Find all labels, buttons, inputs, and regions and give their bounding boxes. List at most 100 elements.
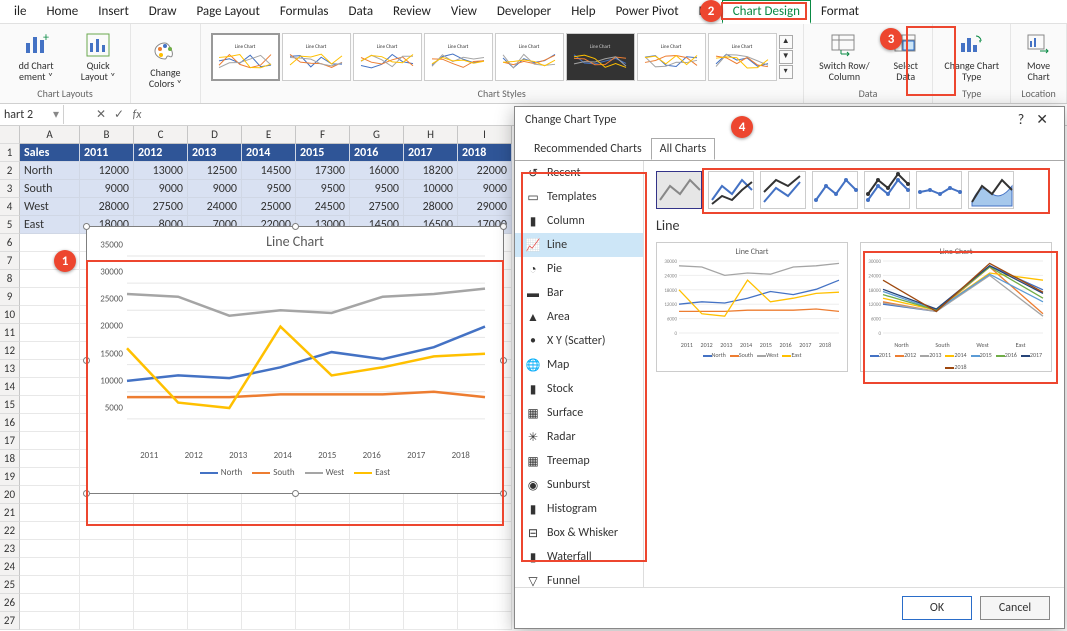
change-colors-button[interactable]: Change Colors ˅ <box>137 36 194 91</box>
row-header[interactable]: 8 <box>0 270 20 288</box>
row-header[interactable]: 11 <box>0 324 20 342</box>
table-cell[interactable]: 9000 <box>188 180 242 198</box>
chart-style-2[interactable]: Line Chart <box>282 33 351 81</box>
cell[interactable] <box>458 594 512 612</box>
cell[interactable] <box>188 612 242 630</box>
cancel-formula-icon[interactable]: ✕ <box>92 107 110 122</box>
column-header[interactable]: D <box>188 126 242 143</box>
ribbon-tab-chart-design[interactable]: Chart Design <box>722 0 811 24</box>
row-header[interactable]: 15 <box>0 396 20 414</box>
cell[interactable] <box>20 342 80 360</box>
row-header[interactable]: 17 <box>0 432 20 450</box>
column-header[interactable]: B <box>80 126 134 143</box>
cell[interactable] <box>350 558 404 576</box>
cell[interactable] <box>188 504 242 522</box>
category-sunburst[interactable]: ◉Sunburst <box>515 473 643 497</box>
cell[interactable] <box>242 504 296 522</box>
cell[interactable] <box>20 522 80 540</box>
category-radar[interactable]: ✳Radar <box>515 425 643 449</box>
line-subtype-7[interactable] <box>968 171 1014 209</box>
cancel-button[interactable]: Cancel <box>980 596 1050 620</box>
line-subtype-6[interactable] <box>916 171 962 209</box>
cell[interactable] <box>80 558 134 576</box>
cell[interactable] <box>242 558 296 576</box>
ribbon-tab-view[interactable]: View <box>441 1 487 22</box>
gallery-scroll-up[interactable]: ▲ <box>779 35 793 49</box>
line-subtype-1[interactable] <box>656 171 702 209</box>
cell[interactable] <box>188 558 242 576</box>
cell[interactable] <box>80 594 134 612</box>
cell[interactable] <box>296 594 350 612</box>
cell[interactable] <box>20 468 80 486</box>
name-box[interactable]: hart 2▾ <box>0 105 64 124</box>
chart-style-7[interactable]: Line Chart <box>637 33 706 81</box>
cell[interactable] <box>458 576 512 594</box>
line-subtype-4[interactable] <box>812 171 858 209</box>
table-header-cell[interactable]: 2011 <box>80 144 134 162</box>
category-funnel[interactable]: ▽Funnel <box>515 569 643 587</box>
cell[interactable] <box>404 522 458 540</box>
cell[interactable] <box>404 558 458 576</box>
category-stock[interactable]: ▮Stock <box>515 377 643 401</box>
gallery-scroll-down[interactable]: ▼ <box>779 50 793 64</box>
ribbon-tab-ile[interactable]: ile <box>4 1 36 22</box>
cell[interactable] <box>20 288 80 306</box>
category-bar[interactable]: ▬Bar <box>515 281 643 305</box>
table-cell[interactable]: 12500 <box>188 162 242 180</box>
table-cell[interactable]: 29000 <box>458 198 512 216</box>
switch-row-column-button[interactable]: Switch Row/ Column <box>810 29 879 84</box>
cell[interactable] <box>458 504 512 522</box>
cell[interactable] <box>296 540 350 558</box>
cell[interactable] <box>20 504 80 522</box>
category-histogram[interactable]: ▮Histogram <box>515 497 643 521</box>
row-header[interactable]: 20 <box>0 486 20 504</box>
line-subtype-2[interactable] <box>708 171 754 209</box>
table-cell[interactable]: 12000 <box>80 162 134 180</box>
cell[interactable] <box>458 558 512 576</box>
category-surface[interactable]: ▦Surface <box>515 401 643 425</box>
chart-title[interactable]: Line Chart <box>87 227 503 256</box>
ribbon-tab-developer[interactable]: Developer <box>487 1 561 22</box>
table-cell[interactable]: 28000 <box>404 198 458 216</box>
table-cell[interactable]: 13000 <box>134 162 188 180</box>
row-header[interactable]: 21 <box>0 504 20 522</box>
cell[interactable] <box>188 540 242 558</box>
column-header[interactable]: A <box>20 126 80 143</box>
row-header[interactable]: 2 <box>0 162 20 180</box>
row-header[interactable]: 4 <box>0 198 20 216</box>
row-header[interactable]: 14 <box>0 378 20 396</box>
table-cell[interactable]: 24000 <box>188 198 242 216</box>
category-column[interactable]: ▮Column <box>515 209 643 233</box>
ribbon-tab-review[interactable]: Review <box>383 1 441 22</box>
table-cell[interactable]: 14500 <box>242 162 296 180</box>
table-cell[interactable]: West <box>20 198 80 216</box>
row-header[interactable]: 7 <box>0 252 20 270</box>
cell[interactable] <box>188 594 242 612</box>
table-cell[interactable]: 22000 <box>458 162 512 180</box>
category-recent[interactable]: ↺Recent <box>515 161 643 185</box>
category-waterfall[interactable]: ▮Waterfall <box>515 545 643 569</box>
tab-recommended-charts[interactable]: Recommended Charts <box>525 138 651 160</box>
cell[interactable] <box>242 540 296 558</box>
row-header[interactable]: 16 <box>0 414 20 432</box>
row-header[interactable]: 12 <box>0 342 20 360</box>
cell[interactable] <box>458 612 512 630</box>
row-header[interactable]: 23 <box>0 540 20 558</box>
cell[interactable] <box>458 540 512 558</box>
cell[interactable] <box>80 612 134 630</box>
cell[interactable] <box>404 540 458 558</box>
row-header[interactable]: 24 <box>0 558 20 576</box>
column-header[interactable]: F <box>296 126 350 143</box>
table-cell[interactable]: 27500 <box>134 198 188 216</box>
chart-styles-gallery[interactable]: Line ChartLine ChartLine ChartLine Chart… <box>207 26 797 87</box>
fx-icon[interactable]: fx <box>128 108 146 122</box>
column-header[interactable]: I <box>458 126 512 143</box>
row-header[interactable]: 25 <box>0 576 20 594</box>
ribbon-tab-data[interactable]: Data <box>339 1 384 22</box>
table-cell[interactable]: 27500 <box>350 198 404 216</box>
cell[interactable] <box>242 576 296 594</box>
ok-button[interactable]: OK <box>902 596 972 620</box>
cell[interactable] <box>350 612 404 630</box>
chart-style-8[interactable]: Line Chart <box>708 33 777 81</box>
table-cell[interactable]: South <box>20 180 80 198</box>
